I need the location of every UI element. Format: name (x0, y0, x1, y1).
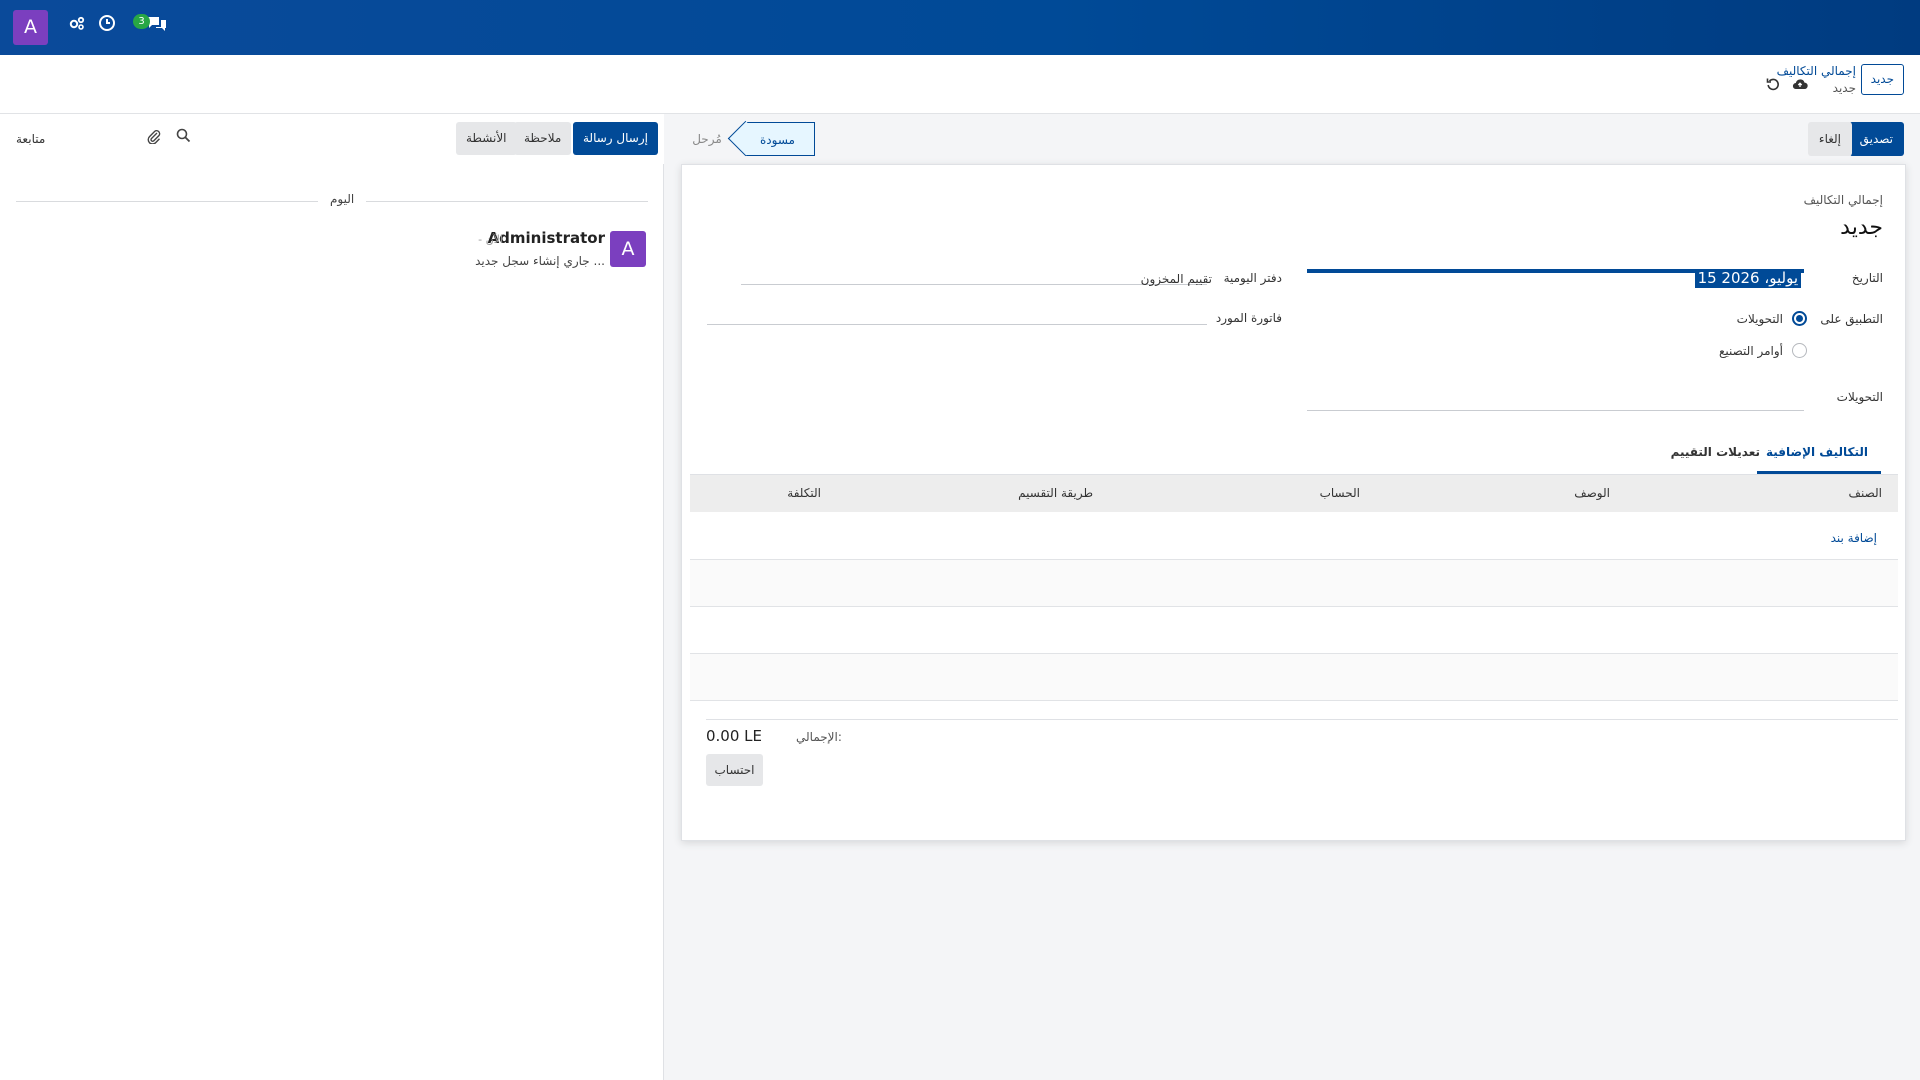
chatter-topbar: إرسال رسالة ملاحظة الأنشطة متابعة (0, 114, 664, 164)
breadcrumb-parent[interactable]: إجمالي التكاليف (1777, 64, 1856, 78)
cancel-button[interactable]: إلغاء (1807, 122, 1852, 156)
total-divider (706, 719, 1898, 720)
journal-value: تقييم المخزون (1140, 272, 1212, 286)
new-record-button[interactable]: جديد (1860, 64, 1904, 95)
date-value[interactable]: 15 يوليو، 2026 (1694, 269, 1801, 288)
column-description[interactable]: الوصف (1574, 486, 1610, 500)
transfers-label: التحويلات (1836, 390, 1883, 404)
message-body: جاري إنشاء سجل جديد ... (475, 254, 605, 268)
total-value: 0.00 LE (706, 727, 763, 745)
tab-valuation-adjustments[interactable]: تعديلات التقييم (1671, 445, 1760, 459)
vendor-bill-label: فاتورة المورد (1215, 311, 1282, 325)
vendor-bill-input[interactable] (707, 299, 1207, 325)
tab-additional-costs[interactable]: التكاليف الإضافية (1766, 445, 1868, 459)
date-label: التاريخ (1851, 271, 1883, 285)
user-avatar[interactable]: A (13, 10, 48, 45)
apply-on-transfers-radio[interactable] (1792, 311, 1807, 326)
journal-label: دفتر اليومية (1223, 271, 1282, 285)
log-note-button[interactable]: ملاحظة (514, 122, 572, 155)
column-account[interactable]: الحساب (1320, 486, 1360, 500)
message-author[interactable]: Administrator (488, 229, 605, 247)
stage-posted[interactable]: مُرحل (680, 122, 734, 156)
sheet-model-label: إجمالي التكاليف (1803, 193, 1883, 207)
column-cost[interactable]: التكلفة (787, 486, 821, 500)
activity-clock-icon[interactable] (94, 14, 120, 40)
search-icon-svg (176, 128, 191, 143)
paperclip-icon-svg (147, 130, 161, 145)
day-label: اليوم (318, 192, 367, 206)
column-split-method[interactable]: طريقة التقسيم (1018, 486, 1093, 500)
undo-icon-svg (1766, 78, 1779, 91)
form-sheet: إجمالي التكاليف جديد التاريخ 15 يوليو، 2… (681, 164, 1906, 841)
validate-button[interactable]: تصديق (1848, 122, 1904, 156)
form-view: تصديق إلغاء مُرحل مسودة إجمالي التكاليف … (664, 114, 1920, 1080)
add-line-link[interactable]: إضافة بند (1831, 531, 1877, 545)
table-row (690, 560, 1898, 606)
table-row-divider (690, 700, 1898, 701)
record-title: جديد (1840, 215, 1883, 240)
cost-lines-table-header: الصنف الوصف الحساب طريقة التقسيم التكلفة (690, 474, 1898, 512)
table-row (690, 654, 1898, 700)
transfers-input[interactable] (1307, 385, 1804, 411)
messaging-count-badge: 3 (133, 14, 150, 29)
table-row-divider (690, 606, 1898, 607)
save-cloud-icon[interactable] (1792, 77, 1808, 94)
clock-icon-svg (99, 15, 115, 31)
stage-draft-label: مسودة (760, 133, 795, 147)
journal-input[interactable] (741, 259, 1207, 285)
activities-button[interactable]: الأنشطة (456, 122, 517, 155)
message-author-avatar[interactable]: A (610, 231, 646, 267)
send-message-button[interactable]: إرسال رسالة (573, 122, 658, 155)
apply-on-manufacturing-radio[interactable] (1792, 343, 1807, 358)
total-label: الإجمالي: (796, 730, 842, 744)
paperclip-icon[interactable] (146, 128, 161, 148)
message-time: - الآن (478, 233, 503, 246)
apply-on-label: التطبيق على (1820, 312, 1883, 326)
chatter-panel: إرسال رسالة ملاحظة الأنشطة متابعة اليوم … (0, 114, 664, 1080)
apply-on-manufacturing-label[interactable]: أوامر التصنيع (1719, 344, 1783, 358)
top-navbar: A 3 (0, 0, 1920, 55)
compute-button[interactable]: احتساب (706, 754, 763, 786)
search-icon[interactable] (176, 128, 191, 147)
apply-on-transfers-label[interactable]: التحويلات (1737, 312, 1783, 326)
breadcrumb-current: جديد (1832, 81, 1856, 95)
debug-gears-icon[interactable] (64, 14, 90, 40)
control-panel: جديد إجمالي التكاليف جديد (0, 55, 1920, 114)
discard-undo-icon[interactable] (1766, 77, 1780, 95)
follow-button[interactable]: متابعة (16, 132, 45, 146)
column-product[interactable]: الصنف (1849, 486, 1882, 500)
gears-icon-svg (69, 16, 85, 30)
cloud-icon-svg (1792, 79, 1808, 90)
stage-draft[interactable]: مسودة (745, 122, 815, 156)
